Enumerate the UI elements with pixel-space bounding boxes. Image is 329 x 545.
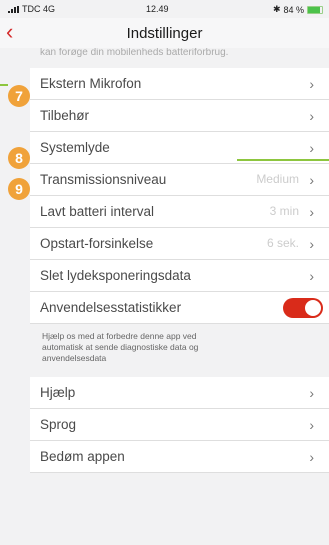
row-label: Slet lydeksponeringsdata — [40, 268, 191, 283]
row-lavt-batteri-interval[interactable]: Lavt batteri interval 3 min › — [30, 196, 329, 228]
row-hjaelp[interactable]: Hjælp › — [30, 377, 329, 409]
bluetooth-icon: ✱ — [272, 4, 281, 14]
row-value: Medium — [256, 172, 299, 186]
row-label: Hjælp — [40, 385, 76, 400]
row-label: Transmissionsniveau — [40, 172, 167, 187]
chevron-right-icon: › — [309, 172, 314, 188]
row-label: Bedøm appen — [40, 449, 125, 464]
page-title: Indstillinger — [126, 25, 203, 42]
row-tilbehoer[interactable]: Tilbehør › — [30, 100, 329, 132]
row-label: Systemlyde — [40, 140, 110, 155]
callout-7-pointer — [0, 84, 8, 86]
status-bar: TDC 4G 12.49 ✱ 84 % — [0, 0, 329, 18]
carrier: TDC 4G — [8, 4, 55, 14]
chevron-right-icon: › — [309, 449, 314, 465]
row-bedoem-appen[interactable]: Bedøm appen › — [30, 441, 329, 473]
row-label: Ekstern Mikrofon — [40, 76, 142, 91]
cut-off-description: kan forøge din mobilenheds batteriforbru… — [30, 48, 329, 68]
toggle-description: Hjælp os med at forbedre denne app ved a… — [30, 324, 232, 377]
chevron-right-icon: › — [309, 108, 314, 124]
settings-list: kan forøge din mobilenheds batteriforbru… — [30, 48, 329, 473]
row-sprog[interactable]: Sprog › — [30, 409, 329, 441]
row-opstart-forsinkelse[interactable]: Opstart-forsinkelse 6 sek. › — [30, 228, 329, 260]
row-slet-lydeksponeringsdata[interactable]: Slet lydeksponeringsdata › — [30, 260, 329, 292]
callout-badge-8: 8 — [8, 147, 30, 169]
row-ekstern-mikrofon[interactable]: Ekstern Mikrofon › — [30, 68, 329, 100]
row-transmissionsniveau[interactable]: Transmissionsniveau Medium › — [30, 164, 329, 196]
row-label: Anvendelsesstatistikker — [40, 300, 182, 315]
callout-badge-7: 7 — [8, 85, 30, 107]
chevron-right-icon: › — [309, 76, 314, 92]
callout-8-pointer — [237, 159, 329, 161]
chevron-right-icon: › — [309, 417, 314, 433]
battery-percent: 84 % — [283, 4, 304, 15]
row-value: 6 sek. — [266, 236, 299, 250]
chevron-right-icon: › — [309, 140, 314, 156]
callout-badge-9: 9 — [8, 178, 30, 200]
battery-status: ✱ 84 % — [273, 4, 323, 15]
carrier-label: TDC 4G — [22, 4, 56, 14]
row-anvendelsesstatistikker: Anvendelsesstatistikker — [30, 292, 329, 324]
row-label: Sprog — [40, 417, 77, 432]
navigation-bar: ‹ Indstillinger — [0, 18, 329, 48]
chevron-right-icon: › — [309, 268, 314, 284]
signal-icon — [8, 6, 19, 13]
usage-statistics-toggle[interactable] — [283, 298, 323, 318]
chevron-right-icon: › — [309, 236, 314, 252]
status-time: 12.49 — [146, 4, 169, 14]
row-label: Opstart-forsinkelse — [40, 236, 154, 251]
row-value: 3 min — [269, 204, 299, 218]
row-label: Lavt batteri interval — [40, 204, 155, 219]
toggle-knob — [305, 300, 321, 316]
chevron-right-icon: › — [309, 204, 314, 220]
chevron-right-icon: › — [309, 385, 314, 401]
battery-icon — [307, 5, 323, 14]
row-label: Tilbehør — [40, 108, 90, 123]
